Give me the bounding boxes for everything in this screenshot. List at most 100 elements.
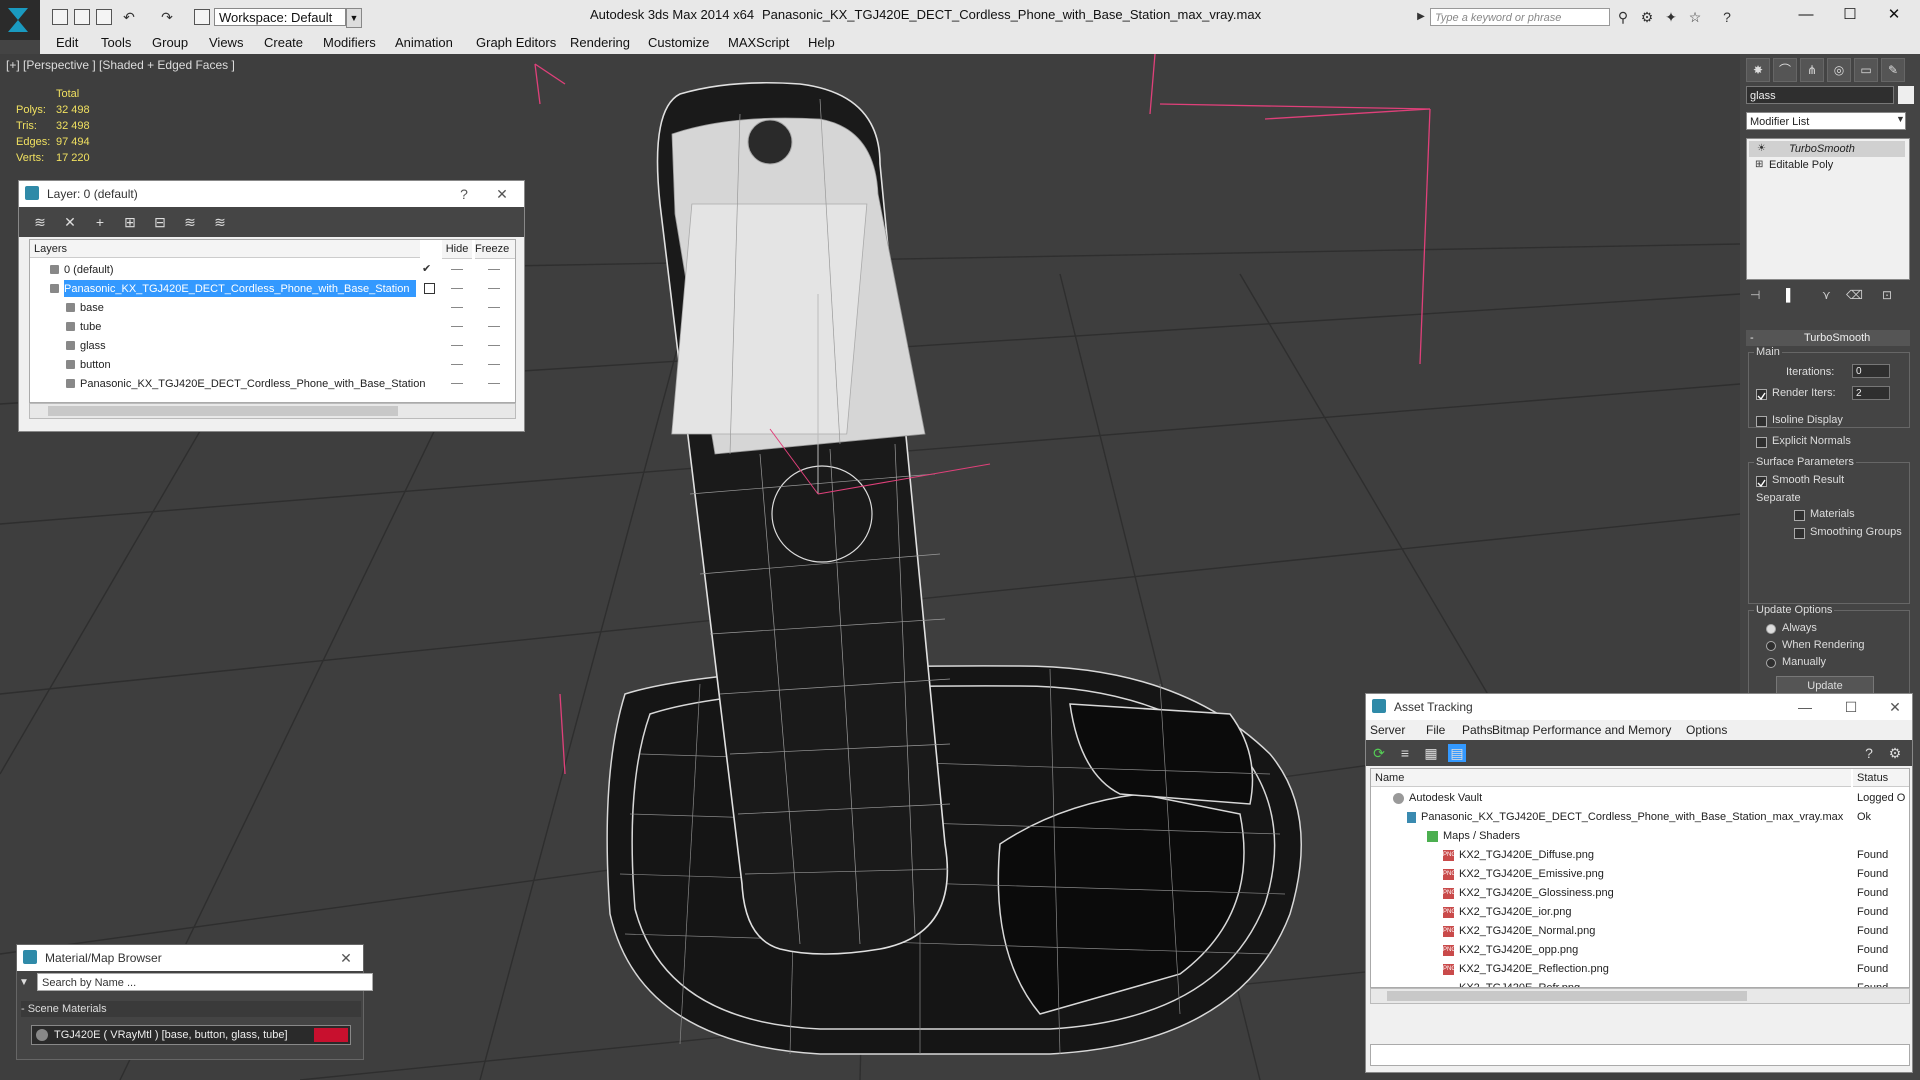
menu-group[interactable]: Group: [152, 35, 188, 50]
asset-menu-server[interactable]: Server: [1370, 723, 1405, 737]
menu-edit[interactable]: Edit: [56, 35, 78, 50]
thumbnail-view-icon[interactable]: ▦: [1422, 744, 1440, 762]
modify-tab-icon[interactable]: ⌒: [1773, 58, 1797, 82]
layer-row[interactable]: button: [30, 355, 515, 374]
hide-toggle[interactable]: [451, 364, 463, 365]
hide-toggle[interactable]: [451, 288, 463, 289]
asset-column-status[interactable]: Status: [1853, 769, 1909, 787]
isoline-checkbox[interactable]: [1756, 416, 1767, 427]
communication-icon[interactable]: ✦: [1662, 8, 1680, 26]
redo-icon[interactable]: ↷: [158, 8, 176, 26]
asset-scroll-thumb[interactable]: [1387, 991, 1747, 1001]
refresh-icon[interactable]: ⟳: [1370, 744, 1388, 762]
hide-toggle[interactable]: [451, 326, 463, 327]
asset-menu-file[interactable]: File: [1426, 723, 1445, 737]
filter-icon[interactable]: ▼: [19, 977, 29, 988]
asset-row[interactable]: PNG KX2_TGJ420E_Diffuse.png Found: [1371, 846, 1909, 865]
configure-sets-icon[interactable]: ⊡: [1882, 288, 1892, 302]
update-manually-radio[interactable]: [1766, 658, 1776, 668]
material-browser-close-icon[interactable]: ✕: [335, 948, 357, 968]
stack-item-editable-poly[interactable]: Editable Poly: [1749, 157, 1905, 173]
layer-help-button[interactable]: ?: [453, 184, 475, 204]
asset-hscrollbar[interactable]: [1370, 988, 1910, 1004]
select-objects-icon[interactable]: ⊞: [121, 213, 139, 231]
column-hide[interactable]: Hide: [442, 240, 472, 259]
highlight-layer-icon[interactable]: ⊟: [151, 213, 169, 231]
active-layer-check-icon[interactable]: ✔: [422, 260, 431, 279]
asset-settings-icon[interactable]: ⚙: [1886, 744, 1904, 762]
object-name-input[interactable]: glass: [1746, 86, 1894, 104]
asset-help-icon[interactable]: ?: [1860, 744, 1878, 762]
asset-close-icon[interactable]: ✕: [1884, 697, 1906, 717]
asset-row[interactable]: Autodesk Vault Logged O: [1371, 789, 1909, 808]
app-logo-icon[interactable]: [0, 0, 40, 40]
maximize-icon[interactable]: ☐: [1830, 4, 1870, 26]
layer-row[interactable]: base: [30, 298, 515, 317]
asset-row[interactable]: PNG KX2_TGJ420E_opp.png Found: [1371, 941, 1909, 960]
asset-row[interactable]: Maps / Shaders: [1371, 827, 1909, 846]
layer-close-icon[interactable]: ✕: [491, 184, 513, 204]
set-active-checkbox[interactable]: [424, 283, 435, 294]
favorites-star-icon[interactable]: ☆: [1686, 8, 1704, 26]
freeze-toggle[interactable]: [488, 307, 500, 308]
asset-maximize-icon[interactable]: ☐: [1840, 697, 1862, 717]
new-file-icon[interactable]: [52, 9, 68, 25]
menu-graph-editors[interactable]: Graph Editors: [476, 35, 556, 50]
render-iters-spinner[interactable]: 2: [1852, 386, 1890, 400]
asset-menu-options[interactable]: Options: [1686, 723, 1727, 737]
separate-materials-checkbox[interactable]: [1794, 510, 1805, 521]
freeze-all-icon[interactable]: ≋: [211, 213, 229, 231]
menu-modifiers[interactable]: Modifiers: [323, 35, 376, 50]
explicit-normals-checkbox[interactable]: [1756, 437, 1767, 448]
layer-manager-header[interactable]: Layer: 0 (default) ? ✕: [19, 181, 524, 207]
create-layer-icon[interactable]: ≋: [31, 213, 49, 231]
viewport-label[interactable]: [+] [Perspective ] [Shaded + Edged Faces…: [6, 58, 235, 72]
pin-stack-icon[interactable]: ⊣: [1750, 288, 1760, 302]
freeze-toggle[interactable]: [488, 364, 500, 365]
asset-row[interactable]: PNG KX2_TGJ420E_Glossiness.png Found: [1371, 884, 1909, 903]
hide-toggle[interactable]: [451, 383, 463, 384]
menu-views[interactable]: Views: [209, 35, 243, 50]
hide-toggle[interactable]: [451, 269, 463, 270]
modifier-list-dropdown[interactable]: Modifier List: [1746, 112, 1906, 130]
scene-materials-section[interactable]: - Scene Materials: [21, 1001, 361, 1017]
column-freeze[interactable]: Freeze: [475, 240, 515, 259]
remove-modifier-icon[interactable]: ⌫: [1846, 288, 1863, 302]
workspace-dropdown[interactable]: Workspace: Default: [214, 8, 346, 26]
layer-row[interactable]: tube: [30, 317, 515, 336]
show-end-result-icon[interactable]: ▌: [1786, 288, 1795, 302]
hierarchy-tab-icon[interactable]: ⋔: [1800, 58, 1824, 82]
layer-scroll-thumb[interactable]: [48, 406, 398, 416]
help-icon[interactable]: ?: [1718, 8, 1736, 26]
iterations-spinner[interactable]: 0: [1852, 364, 1890, 378]
light-bulb-icon[interactable]: ☀: [1757, 143, 1766, 154]
asset-menu-bitmap[interactable]: Bitmap Performance and Memory: [1492, 723, 1671, 737]
menu-animation[interactable]: Animation: [395, 35, 453, 50]
asset-row[interactable]: PNG KX2_TGJ420E_ior.png Found: [1371, 903, 1909, 922]
save-file-icon[interactable]: [96, 9, 112, 25]
table-view-icon[interactable]: ▤: [1448, 744, 1466, 762]
rollout-turbosmooth[interactable]: - TurboSmooth: [1746, 330, 1910, 346]
object-color-swatch[interactable]: [1898, 86, 1914, 104]
menu-maxscript[interactable]: MAXScript: [728, 35, 789, 50]
layer-row[interactable]: 0 (default) ✔: [30, 260, 515, 279]
binoculars-icon[interactable]: ⚲: [1614, 8, 1632, 26]
hide-toggle[interactable]: [451, 307, 463, 308]
asset-minimize-icon[interactable]: —: [1794, 697, 1816, 717]
freeze-toggle[interactable]: [488, 288, 500, 289]
freeze-toggle[interactable]: [488, 326, 500, 327]
update-always-radio[interactable]: [1766, 624, 1776, 634]
menu-tools[interactable]: Tools: [101, 35, 131, 50]
subscription-icon[interactable]: ⚙: [1638, 8, 1656, 26]
hide-toggle[interactable]: [451, 345, 463, 346]
motion-tab-icon[interactable]: ◎: [1827, 58, 1851, 82]
modifier-list-arrow-icon[interactable]: ▼: [1896, 114, 1905, 124]
freeze-toggle[interactable]: [488, 269, 500, 270]
freeze-toggle[interactable]: [488, 383, 500, 384]
layer-row[interactable]: glass: [30, 336, 515, 355]
separate-smoothing-checkbox[interactable]: [1794, 528, 1805, 539]
menu-help[interactable]: Help: [808, 35, 835, 50]
search-expand-icon[interactable]: ▶: [1412, 8, 1430, 26]
asset-column-name[interactable]: Name: [1371, 769, 1851, 787]
layer-row[interactable]: Panasonic_KX_TGJ420E_DECT_Cordless_Phone…: [30, 279, 515, 298]
